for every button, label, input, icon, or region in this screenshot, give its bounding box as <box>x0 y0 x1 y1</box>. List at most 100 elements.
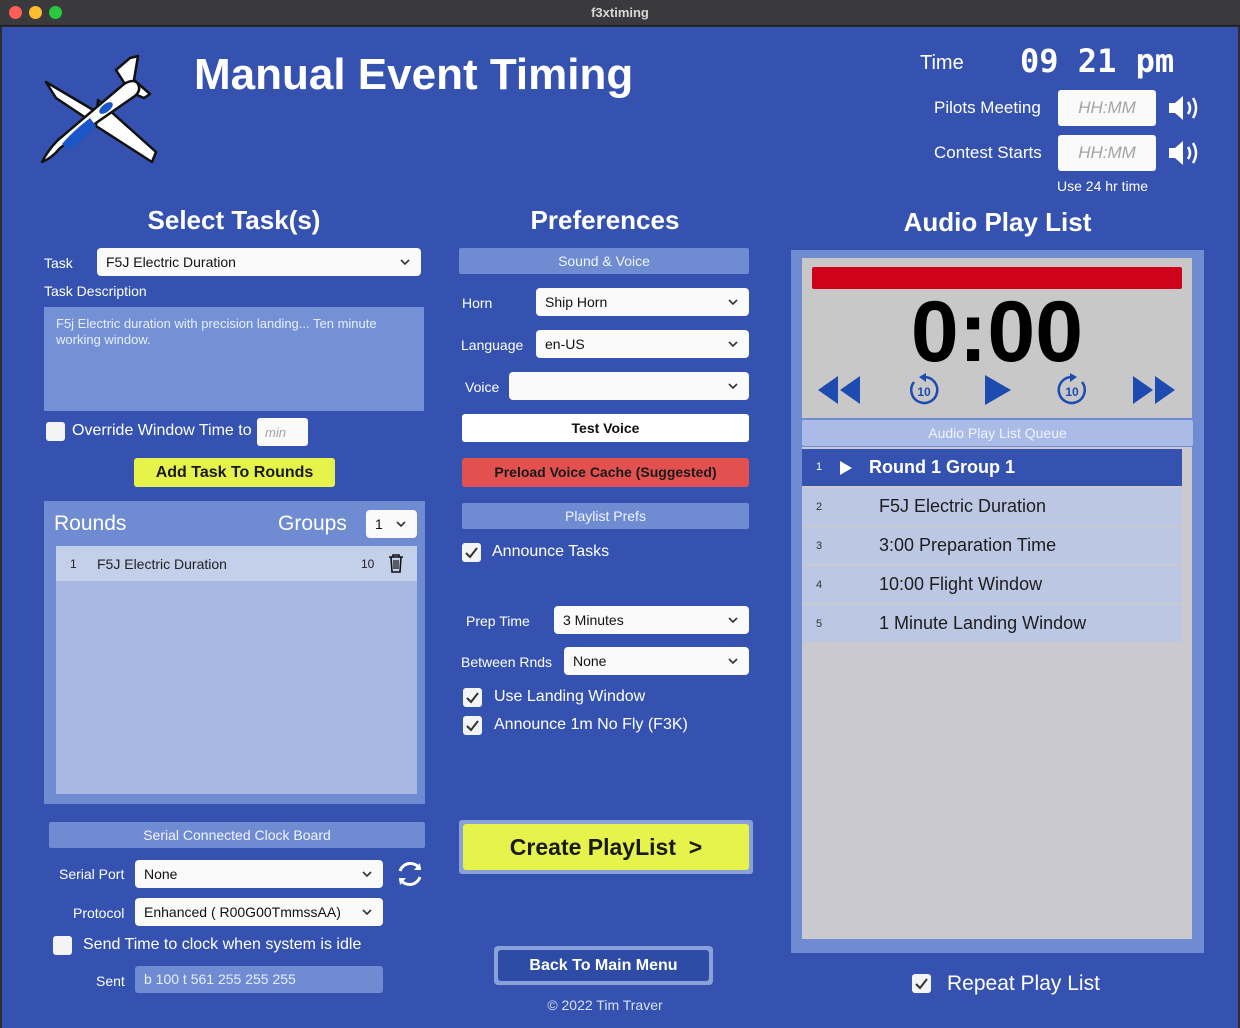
rounds-list <box>56 546 417 794</box>
language-select[interactable]: en-US <box>536 330 749 358</box>
serial-section-label: Serial Connected Clock Board <box>49 822 425 848</box>
contest-starts-label: Contest Starts <box>934 143 1042 162</box>
queue-item[interactable]: 3 3:00 Preparation Time <box>802 527 1182 564</box>
copyright-text: © 2022 Tim Traver <box>547 997 663 1013</box>
refresh-icon[interactable] <box>393 857 427 891</box>
announce-no-fly-checkbox[interactable] <box>463 716 482 735</box>
send-idle-label: Send Time to clock when system is idle <box>83 936 362 953</box>
clock-time: 09 21 pm <box>1020 42 1175 80</box>
language-label: Language <box>461 337 524 353</box>
countdown-timer: 0:00 <box>910 284 1084 380</box>
prep-time-label: Prep Time <box>466 613 530 629</box>
page-title: Manual Event Timing <box>194 50 634 99</box>
sent-value-field: b 100 t 561 255 255 255 <box>135 966 383 993</box>
sent-label: Sent <box>96 973 125 989</box>
chevron-down-icon <box>396 521 406 528</box>
serial-port-select[interactable]: None <box>135 860 383 888</box>
groups-select-value: 1 <box>375 516 383 532</box>
groups-label: Groups <box>278 512 347 535</box>
round-row[interactable]: 1 F5J Electric Duration 10 <box>56 546 417 581</box>
override-minutes-input[interactable]: min <box>257 418 308 446</box>
chevron-down-icon <box>728 658 738 665</box>
play-icon[interactable] <box>982 373 1014 407</box>
queue-item-active[interactable]: 1 Round 1 Group 1 <box>802 449 1182 486</box>
audio-playlist-title: Audio Play List <box>903 207 1092 237</box>
between-rounds-label: Between Rnds <box>461 654 553 670</box>
queue-item[interactable]: 5 1 Minute Landing Window <box>802 605 1182 642</box>
checkmark-icon <box>915 978 928 990</box>
time-label: Time <box>920 52 964 74</box>
replay-10-icon[interactable]: 10 <box>906 372 942 408</box>
horn-value: Ship Horn <box>545 294 608 310</box>
use-landing-window-label: Use Landing Window <box>494 688 646 705</box>
horn-label: Horn <box>462 295 493 311</box>
test-voice-button[interactable]: Test Voice <box>462 414 749 442</box>
contest-starts-input[interactable]: HH:MM <box>1058 135 1156 171</box>
task-select[interactable]: F5J Electric Duration <box>97 248 421 276</box>
round-number: 1 <box>70 557 77 571</box>
chevron-down-icon <box>362 909 372 916</box>
rewind-icon[interactable] <box>816 374 862 406</box>
between-rounds-select[interactable]: None <box>564 647 749 675</box>
queue-item-label: 1 Minute Landing Window <box>879 613 1087 633</box>
use-landing-window-checkbox[interactable] <box>463 688 482 707</box>
speaker-icon[interactable] <box>1166 138 1202 168</box>
plane-logo-icon <box>40 54 158 164</box>
chevron-down-icon <box>728 383 738 390</box>
preferences-title: Preferences <box>530 205 680 235</box>
playlist-prefs-label: Playlist Prefs <box>462 503 749 529</box>
queue-item[interactable]: 2 F5J Electric Duration <box>802 488 1182 525</box>
rounds-label: Rounds <box>54 512 127 535</box>
create-playlist-button[interactable]: Create PlayList > <box>463 824 749 870</box>
announce-no-fly-label: Announce 1m No Fly (F3K) <box>494 716 688 733</box>
override-window-label: Override Window Time to <box>72 422 252 439</box>
horn-select[interactable]: Ship Horn <box>536 288 749 316</box>
serial-port-value: None <box>144 866 178 882</box>
protocol-select[interactable]: Enhanced ( R00G00TmmssAA) <box>135 898 383 926</box>
preload-voice-cache-button[interactable]: Preload Voice Cache (Suggested) <box>462 458 749 487</box>
svg-text:10: 10 <box>917 385 931 399</box>
serial-port-label: Serial Port <box>59 866 125 882</box>
now-playing-icon <box>840 461 852 475</box>
sound-voice-label: Sound & Voice <box>459 248 749 274</box>
prep-time-value: 3 Minutes <box>563 612 624 628</box>
task-label: Task <box>44 255 73 271</box>
pilots-meeting-input[interactable]: HH:MM <box>1058 90 1156 126</box>
queue-item[interactable]: 4 10:00 Flight Window <box>802 566 1182 603</box>
speaker-icon[interactable] <box>1166 93 1202 123</box>
checkmark-icon <box>465 547 478 559</box>
override-window-checkbox[interactable] <box>46 422 65 441</box>
forward-10-icon[interactable]: 10 <box>1054 372 1090 408</box>
round-minutes: 10 <box>361 557 375 571</box>
repeat-playlist-checkbox[interactable] <box>912 974 931 993</box>
between-rounds-value: None <box>573 653 607 669</box>
trash-icon[interactable] <box>387 553 405 573</box>
voice-label: Voice <box>465 379 500 395</box>
task-description-box[interactable]: F5j Electric duration with precision lan… <box>44 307 424 411</box>
add-task-button[interactable]: Add Task To Rounds <box>134 458 335 487</box>
pilots-meeting-label: Pilots Meeting <box>934 98 1041 117</box>
groups-select[interactable]: 1 <box>366 510 417 538</box>
time-format-hint: Use 24 hr time <box>1057 178 1149 194</box>
announce-tasks-label: Announce Tasks <box>492 543 610 560</box>
queue-item-number: 2 <box>816 501 823 513</box>
send-idle-checkbox[interactable] <box>53 936 72 955</box>
fast-forward-icon[interactable] <box>1131 374 1177 406</box>
chevron-down-icon <box>728 299 738 306</box>
round-task-name: F5J Electric Duration <box>97 556 227 572</box>
chevron-down-icon <box>362 871 372 878</box>
announce-tasks-checkbox[interactable] <box>462 543 481 562</box>
select-tasks-title: Select Task(s) <box>147 205 321 235</box>
queue-item-label: Round 1 Group 1 <box>869 457 1015 477</box>
protocol-label: Protocol <box>73 905 125 921</box>
checkmark-icon <box>466 692 479 704</box>
queue-item-label: F5J Electric Duration <box>879 496 1047 516</box>
prep-time-select[interactable]: 3 Minutes <box>554 606 749 634</box>
svg-text:10: 10 <box>1065 385 1079 399</box>
voice-select[interactable] <box>509 372 749 400</box>
language-value: en-US <box>545 336 585 352</box>
queue-item-number: 1 <box>816 461 823 473</box>
queue-item-number: 5 <box>816 618 823 630</box>
queue-item-number: 3 <box>816 540 823 552</box>
back-to-main-menu-button[interactable]: Back To Main Menu <box>498 950 709 981</box>
